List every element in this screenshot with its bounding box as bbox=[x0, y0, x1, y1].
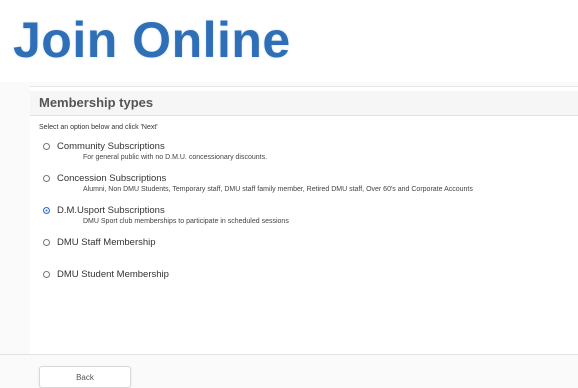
radio-dmu-staff-membership[interactable] bbox=[43, 239, 50, 246]
back-button[interactable]: Back bbox=[39, 366, 131, 388]
option-description: For general public with no D.M.U. conces… bbox=[83, 154, 268, 161]
instruction-text: Select an option below and click 'Next' bbox=[39, 124, 158, 131]
panel-heading: Membership types bbox=[30, 91, 578, 116]
radio-concession-subscriptions[interactable] bbox=[43, 175, 50, 182]
page-title: Join Online bbox=[13, 12, 291, 68]
option-label[interactable]: Community Subscriptions bbox=[57, 141, 165, 152]
radio-dmusport-subscriptions[interactable] bbox=[43, 207, 50, 214]
option-label[interactable]: DMU Staff Membership bbox=[57, 237, 156, 248]
page-header: Join Online bbox=[0, 0, 578, 82]
option-description: Alumni, Non DMU Students, Temporary staf… bbox=[83, 186, 473, 193]
option-description: DMU Sport club memberships to participat… bbox=[83, 218, 289, 225]
panel-heading-title: Membership types bbox=[39, 95, 154, 110]
option-label[interactable]: DMU Student Membership bbox=[57, 269, 169, 280]
footer-divider bbox=[0, 354, 578, 355]
option-label[interactable]: D.M.Usport Subscriptions bbox=[57, 205, 165, 216]
radio-dmu-student-membership[interactable] bbox=[43, 271, 50, 278]
membership-panel: Membership types Select an option below … bbox=[30, 86, 578, 355]
option-label[interactable]: Concession Subscriptions bbox=[57, 173, 166, 184]
radio-community-subscriptions[interactable] bbox=[43, 143, 50, 150]
